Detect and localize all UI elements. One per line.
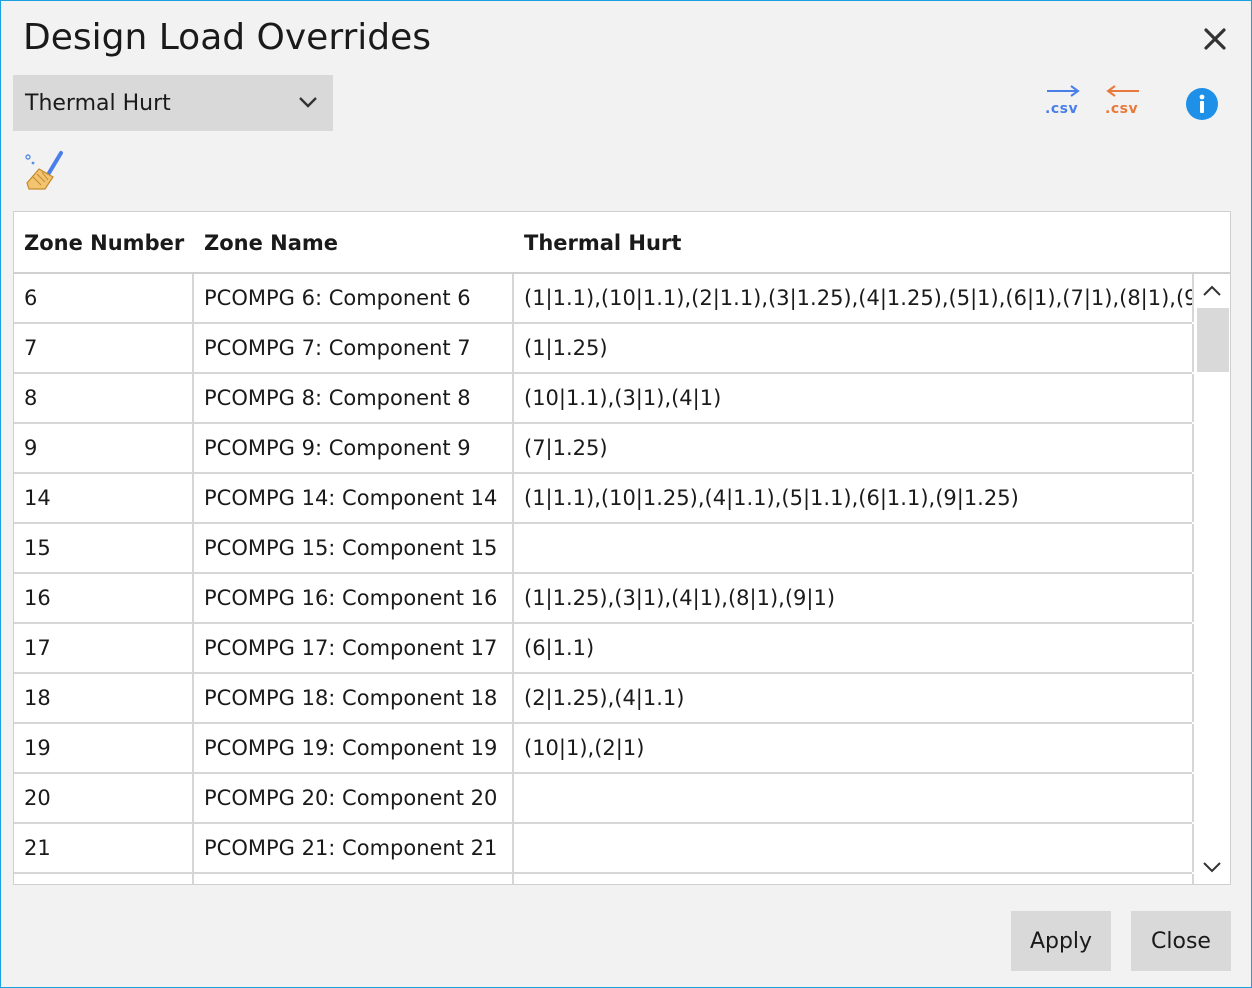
- table-header: Zone Number Zone Name Thermal Hurt: [14, 212, 1230, 274]
- chevron-up-icon[interactable]: [1194, 276, 1230, 306]
- export-csv-button[interactable]: .csv: [1041, 83, 1085, 123]
- thermal-hurt-cell[interactable]: (1|1.25): [514, 324, 1194, 372]
- zone-number-cell[interactable]: 21: [14, 824, 194, 872]
- zone-number-cell[interactable]: 8: [14, 374, 194, 422]
- zone-number-cell[interactable]: 7: [14, 324, 194, 372]
- zone-name-cell[interactable]: PCOMPG 15: Component 15: [194, 524, 514, 572]
- table-row[interactable]: 15 PCOMPG 15: Component 15: [14, 524, 1194, 574]
- column-header-zone-name[interactable]: Zone Name: [194, 212, 514, 274]
- zone-number-cell[interactable]: [14, 874, 194, 884]
- design-load-overrides-dialog: Design Load Overrides Thermal Hurt .csv …: [0, 0, 1252, 988]
- zone-number-cell[interactable]: 9: [14, 424, 194, 472]
- zone-name-cell[interactable]: PCOMPG 18: Component 18: [194, 674, 514, 722]
- table-row[interactable]: 6 PCOMPG 6: Component 6 (1|1.1),(10|1.1)…: [14, 274, 1194, 324]
- table-row[interactable]: 20 PCOMPG 20: Component 20: [14, 774, 1194, 824]
- table-row[interactable]: 17 PCOMPG 17: Component 17 (6|1.1): [14, 624, 1194, 674]
- import-csv-label: .csv: [1105, 101, 1139, 117]
- table-row[interactable]: 8 PCOMPG 8: Component 8 (10|1.1),(3|1),(…: [14, 374, 1194, 424]
- zone-name-cell[interactable]: PCOMPG 16: Component 16: [194, 574, 514, 622]
- zone-number-cell[interactable]: 14: [14, 474, 194, 522]
- column-header-thermal-hurt[interactable]: Thermal Hurt: [514, 212, 1194, 274]
- thermal-hurt-cell[interactable]: (10|1),(2|1): [514, 724, 1194, 772]
- zone-name-cell[interactable]: PCOMPG 14: Component 14: [194, 474, 514, 522]
- close-button[interactable]: Close: [1131, 911, 1231, 971]
- scrollbar-thumb[interactable]: [1197, 308, 1229, 372]
- zone-name-cell[interactable]: PCOMPG 17: Component 17: [194, 624, 514, 672]
- table-row[interactable]: 19 PCOMPG 19: Component 19 (10|1),(2|1): [14, 724, 1194, 774]
- table-row[interactable]: 21 PCOMPG 21: Component 21: [14, 824, 1194, 874]
- thermal-hurt-cell[interactable]: [514, 524, 1194, 572]
- zone-name-cell[interactable]: PCOMPG 19: Component 19: [194, 724, 514, 772]
- dialog-title: Design Load Overrides: [23, 17, 432, 58]
- apply-button[interactable]: Apply: [1011, 911, 1111, 971]
- thermal-hurt-cell[interactable]: (7|1.25): [514, 424, 1194, 472]
- zone-name-cell[interactable]: PCOMPG 21: Component 21: [194, 824, 514, 872]
- table-row[interactable]: [14, 874, 1194, 884]
- table-row[interactable]: 7 PCOMPG 7: Component 7 (1|1.25): [14, 324, 1194, 374]
- dropdown-selected-value: Thermal Hurt: [25, 90, 171, 116]
- thermal-hurt-cell[interactable]: (1|1.1),(10|1.25),(4|1.1),(5|1.1),(6|1.1…: [514, 474, 1194, 522]
- table-row[interactable]: 14 PCOMPG 14: Component 14 (1|1.1),(10|1…: [14, 474, 1194, 524]
- zone-number-cell[interactable]: 19: [14, 724, 194, 772]
- chevron-down-icon: [297, 91, 319, 117]
- arrow-left-icon: [1106, 85, 1139, 97]
- info-icon[interactable]: [1185, 87, 1219, 121]
- clear-broom-icon[interactable]: [21, 149, 65, 193]
- zone-number-cell[interactable]: 20: [14, 774, 194, 822]
- column-header-zone-number[interactable]: Zone Number: [14, 212, 194, 274]
- table-row[interactable]: 16 PCOMPG 16: Component 16 (1|1.25),(3|1…: [14, 574, 1194, 624]
- zone-name-cell[interactable]: PCOMPG 9: Component 9: [194, 424, 514, 472]
- thermal-hurt-cell[interactable]: (1|1.1),(10|1.1),(2|1.1),(3|1.25),(4|1.2…: [514, 274, 1194, 322]
- zone-name-cell[interactable]: [194, 874, 514, 884]
- zone-number-cell[interactable]: 17: [14, 624, 194, 672]
- chevron-down-icon[interactable]: [1194, 852, 1230, 882]
- import-csv-button[interactable]: .csv: [1101, 83, 1145, 123]
- table-row[interactable]: 18 PCOMPG 18: Component 18 (2|1.25),(4|1…: [14, 674, 1194, 724]
- table-body: 6 PCOMPG 6: Component 6 (1|1.1),(10|1.1)…: [14, 274, 1194, 884]
- zone-name-cell[interactable]: PCOMPG 6: Component 6: [194, 274, 514, 322]
- zone-number-cell[interactable]: 15: [14, 524, 194, 572]
- close-icon[interactable]: [1197, 21, 1233, 57]
- arrow-right-icon: [1047, 85, 1080, 97]
- thermal-hurt-cell[interactable]: [514, 874, 1194, 884]
- zone-name-cell[interactable]: PCOMPG 8: Component 8: [194, 374, 514, 422]
- thermal-hurt-cell[interactable]: [514, 824, 1194, 872]
- thermal-hurt-cell[interactable]: [514, 774, 1194, 822]
- zone-number-cell[interactable]: 18: [14, 674, 194, 722]
- thermal-hurt-cell[interactable]: (1|1.25),(3|1),(4|1),(8|1),(9|1): [514, 574, 1194, 622]
- overrides-table: Zone Number Zone Name Thermal Hurt 6 PCO…: [13, 211, 1231, 885]
- thermal-hurt-cell[interactable]: (6|1.1): [514, 624, 1194, 672]
- export-csv-label: .csv: [1045, 101, 1079, 117]
- zone-number-cell[interactable]: 16: [14, 574, 194, 622]
- zone-name-cell[interactable]: PCOMPG 7: Component 7: [194, 324, 514, 372]
- table-row[interactable]: 9 PCOMPG 9: Component 9 (7|1.25): [14, 424, 1194, 474]
- zone-number-cell[interactable]: 6: [14, 274, 194, 322]
- zone-name-cell[interactable]: PCOMPG 20: Component 20: [194, 774, 514, 822]
- thermal-hurt-cell[interactable]: (10|1.1),(3|1),(4|1): [514, 374, 1194, 422]
- thermal-hurt-cell[interactable]: (2|1.25),(4|1.1): [514, 674, 1194, 722]
- vertical-scrollbar[interactable]: [1194, 274, 1230, 884]
- load-type-dropdown[interactable]: Thermal Hurt: [13, 75, 333, 131]
